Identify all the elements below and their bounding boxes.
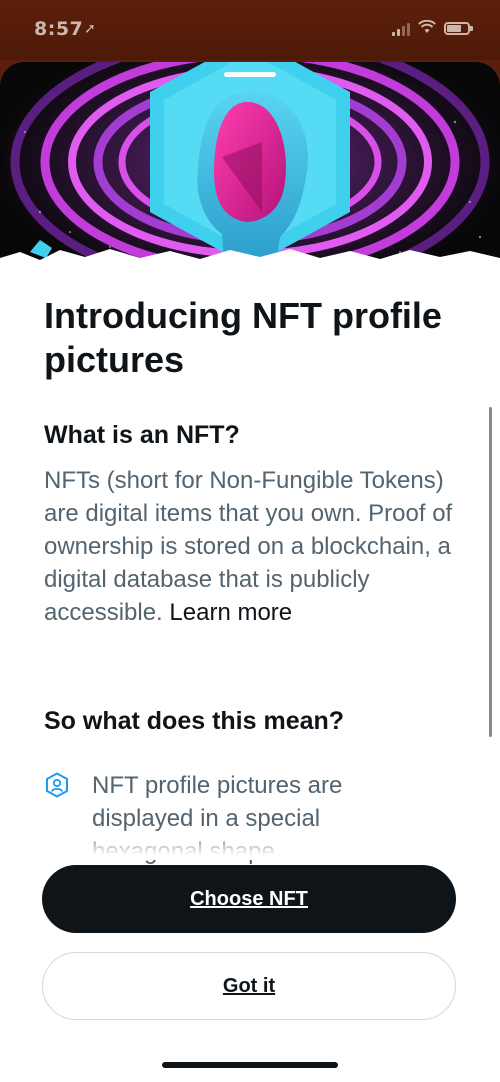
battery-icon — [444, 22, 473, 35]
nft-intro-sheet: Introducing NFT profile pictures What is… — [0, 62, 500, 1082]
nft-hero-illustration — [0, 62, 500, 272]
hexagon-profile-icon — [46, 772, 68, 798]
choose-nft-button[interactable]: Choose NFT — [42, 865, 456, 933]
content-fade-overlay — [0, 830, 500, 860]
home-indicator[interactable] — [162, 1062, 338, 1068]
status-bar: 8:57 ➚ — [0, 0, 500, 60]
learn-more-link[interactable]: Learn more — [169, 599, 292, 626]
modal-title: Introducing NFT profile pictures — [44, 295, 442, 380]
location-arrow-icon: ➚ — [84, 20, 96, 36]
wifi-icon — [418, 19, 436, 37]
got-it-button[interactable]: Got it — [42, 952, 456, 1020]
section-heading-what-does-this-mean: So what does this mean? — [44, 707, 345, 735]
status-time: 8:57 — [34, 18, 84, 40]
status-indicators — [392, 19, 473, 37]
sheet-grabber[interactable] — [224, 72, 276, 77]
section-body-what-is-nft: NFTs (short for Non-Fungible Tokens) are… — [44, 464, 464, 629]
section-heading-what-is-nft: What is an NFT? — [44, 421, 240, 449]
signal-bars-icon — [392, 22, 410, 36]
scrollbar[interactable] — [489, 407, 492, 737]
